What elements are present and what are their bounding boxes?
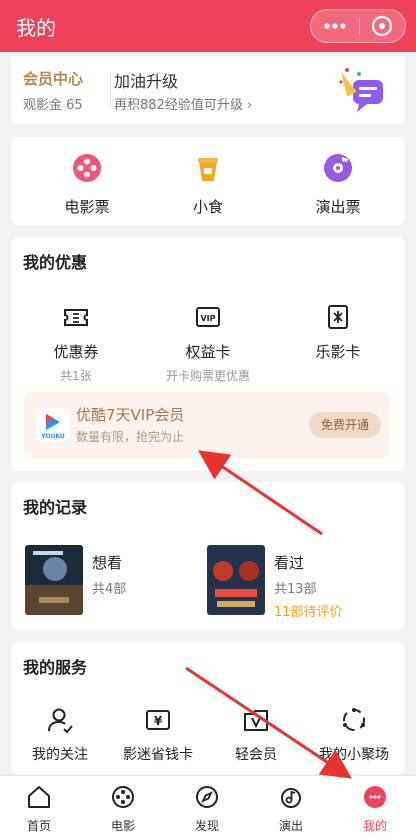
more-options-button[interactable] — [311, 10, 359, 42]
seen-label: 看过 — [274, 554, 305, 572]
tab-show-label: 演出 — [278, 819, 303, 833]
tab-home[interactable]: 首页 — [4, 784, 74, 834]
saver-card-entry[interactable]: ¥ 影迷省钱卡 — [109, 706, 207, 764]
my-gathering-entry[interactable]: 我的小聚场 — [305, 706, 403, 764]
snack-entry[interactable]: 小食 — [158, 153, 258, 217]
close-circle-icon — [372, 15, 393, 37]
youku-vip-banner[interactable]: YOUKU 优酷7天VIP会员 数量有限，抢完为止 免费开通 — [24, 392, 390, 458]
music-disc-icon — [324, 154, 352, 182]
upgrade-title[interactable]: 加油升级 — [114, 68, 178, 92]
tab-show[interactable]: 演出 — [256, 784, 326, 834]
film-reel-icon — [73, 154, 101, 182]
tab-discover-label: 发现 — [194, 819, 219, 833]
light-member-entry[interactable]: 轻会员 — [207, 706, 305, 764]
want-count: 共4部 — [92, 582, 127, 597]
quick-entry-card: 电影票 小食 演出票 — [11, 137, 405, 225]
want-label: 想看 — [92, 554, 123, 572]
services-card: 我的服务 我的关注 ¥ 影迷省钱卡 轻会员 我的小聚场 — [11, 642, 405, 774]
coupon-icon — [64, 309, 88, 326]
my-gathering-label: 我的小聚场 — [319, 747, 389, 763]
discounts-card: 我的优惠 优惠券 共1张 VIP 权益卡 开卡购票更优惠 乐影卡 YOUKU 优… — [11, 237, 405, 471]
movie-card-entry[interactable]: 乐影卡 — [273, 303, 403, 362]
drink-cup-icon — [198, 158, 218, 181]
tab-home-label: 首页 — [26, 819, 51, 833]
page-title: 我的 — [16, 16, 56, 40]
member-center-title[interactable]: 会员中心 — [23, 68, 83, 89]
show-ticket-entry[interactable]: 演出票 — [288, 153, 388, 217]
seen-poster[interactable] — [207, 545, 265, 615]
movie-gold-balance: 观影金 65 — [23, 98, 83, 113]
music-icon — [281, 788, 301, 808]
circle-dots-icon — [343, 708, 365, 731]
records-title: 我的记录 — [23, 498, 88, 517]
youku-logo: YOUKU — [36, 408, 70, 442]
benefit-card-entry[interactable]: VIP 权益卡 开卡购票更优惠 — [143, 303, 273, 384]
svg-text:VIP: VIP — [200, 314, 215, 323]
member-divider — [110, 72, 111, 108]
seen-poster-image — [207, 545, 265, 615]
movie-ticket-entry[interactable]: 电影票 — [37, 153, 137, 217]
tab-movie-label: 电影 — [110, 819, 135, 833]
snack-label: 小食 — [192, 198, 223, 216]
tab-profile[interactable]: 我的 — [340, 784, 410, 834]
benefit-card-desc: 开卡购票更优惠 — [165, 369, 250, 383]
want-poster-image — [25, 545, 83, 615]
records-card: 我的记录 想看 共4部 看过 共13部 11部待评价 — [11, 482, 405, 630]
member-card[interactable]: 会员中心 观影金 65 加油升级 再积882经验值可升级 › — [11, 56, 405, 124]
movie-card-label: 乐影卡 — [315, 343, 361, 361]
tab-profile-label: 我的 — [362, 819, 387, 833]
svg-text:¥: ¥ — [154, 714, 163, 728]
party-popper-icon — [339, 68, 383, 112]
vip-folder-icon — [244, 710, 268, 731]
vip-offer-title: 优酷7天VIP会员 — [76, 406, 185, 424]
film-icon — [112, 786, 134, 808]
coupon-entry[interactable]: 优惠券 共1张 — [11, 303, 141, 384]
show-ticket-label: 演出票 — [315, 198, 361, 216]
seen-count: 共13部 — [274, 582, 317, 597]
my-follow-entry[interactable]: 我的关注 — [11, 706, 109, 764]
user-follow-icon — [48, 708, 73, 734]
close-button[interactable] — [359, 10, 405, 42]
compass-icon — [196, 786, 218, 808]
movie-card-icon — [328, 305, 348, 329]
seen-record[interactable]: 看过 共13部 11部待评价 — [274, 552, 343, 620]
tab-movie[interactable]: 电影 — [88, 784, 158, 834]
saver-card-label: 影迷省钱卡 — [123, 747, 193, 763]
mini-program-capsule — [310, 9, 406, 43]
want-poster[interactable] — [25, 545, 83, 615]
want-record[interactable]: 想看 共4部 — [92, 552, 126, 597]
app-header: 我的 — [0, 0, 416, 52]
discounts-title: 我的优惠 — [23, 253, 88, 272]
upgrade-progress[interactable]: 再积882经验值可升级 › — [114, 94, 252, 113]
vip-offer-note: 数量有限，抢完为止 — [76, 430, 185, 444]
pending-review-link[interactable]: 11部待评价 — [274, 601, 343, 620]
home-icon — [28, 786, 50, 808]
benefit-card-label: 权益卡 — [185, 343, 231, 361]
profile-icon — [364, 786, 386, 808]
tab-discover[interactable]: 发现 — [172, 784, 242, 834]
more-dots-icon — [324, 23, 346, 29]
coupon-count: 共1张 — [60, 369, 92, 383]
movie-ticket-label: 电影票 — [64, 198, 110, 216]
yen-card-icon: ¥ — [146, 710, 170, 730]
bottom-tab-bar: 首页 电影 发现 演出 我的 — [0, 775, 416, 839]
light-member-label: 轻会员 — [235, 747, 277, 763]
svg-text:YOUKU: YOUKU — [40, 433, 65, 440]
free-activate-button[interactable]: 免费开通 — [309, 412, 381, 438]
my-follow-label: 我的关注 — [32, 747, 88, 763]
services-title: 我的服务 — [23, 658, 88, 677]
vip-card-icon: VIP — [196, 307, 220, 327]
coupon-label: 优惠券 — [53, 343, 99, 361]
